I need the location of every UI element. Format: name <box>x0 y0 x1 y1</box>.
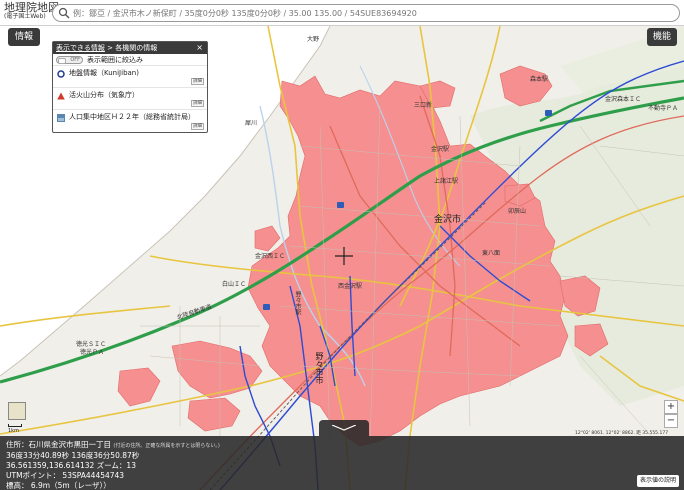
map-label-kanazawa-nishi-ic: 金沢西ＩＣ <box>255 253 286 260</box>
logo-subtitle: (電子国土Web) <box>4 13 46 20</box>
detail-button[interactable]: 詳細 <box>191 78 204 85</box>
map-label-hakusan-ic: 白山ＩＣ <box>222 281 247 288</box>
map-style-switcher[interactable] <box>8 402 26 420</box>
breadcrumb-link[interactable]: 表示できる情報 <box>56 44 105 52</box>
layer-label: 地盤情報（KuniJiban) <box>69 69 139 77</box>
map-label-morimoto-ic: 金沢森本ＩＣ <box>605 96 642 103</box>
address-line: 住所：石川県金沢市黒田一丁目 (付近の住所。正確な所属を示すとは限らない。) <box>6 440 220 449</box>
detail-button[interactable]: 詳細 <box>191 100 204 107</box>
filter-toggle-label: 表示範囲に絞込み <box>87 56 143 64</box>
map-thumbnail-icon <box>57 114 65 122</box>
map-label-fudoji-pa: 不動寺ＰＡ <box>648 105 679 112</box>
filter-toggle-row: OFF 表示範囲に絞込み <box>53 54 207 66</box>
scale-bar: 1km <box>8 424 22 434</box>
info-button[interactable]: 情報 <box>8 28 40 46</box>
close-icon[interactable]: × <box>196 42 203 54</box>
app-logo[interactable]: 地理院地図 (電子国土Web) <box>4 2 59 20</box>
map-label-kanazawa: 金沢市 <box>434 215 462 225</box>
layer-item-dense-area[interactable]: 人口集中地区Ｈ２２年（総務省統計局） 詳細 <box>53 110 207 132</box>
legend-button[interactable]: 表示値の説明 <box>637 475 679 487</box>
search-input[interactable] <box>73 6 673 20</box>
map-label-kanazawa-station: 金沢駅 <box>431 146 450 153</box>
breadcrumb-current: 各機関の情報 <box>115 44 158 52</box>
map-label-uwadana: 卯辰山 <box>508 208 527 215</box>
map-label-river-sai: 犀川 <box>245 120 258 127</box>
zoom-in-button[interactable]: + <box>664 400 678 414</box>
circle-icon <box>57 70 65 78</box>
map-label-mikawa: 三口新 <box>414 102 433 109</box>
layer-item-volcano[interactable]: 活火山分布（気象庁） 詳細 <box>53 88 207 110</box>
expand-tab[interactable] <box>319 420 369 436</box>
map-label-nonoichi-station: 野々市駅 <box>294 291 301 315</box>
layer-label: 人口集中地区Ｈ２２年（総務省統計局） <box>69 113 195 121</box>
address-value: 石川県金沢市黒田一丁目 <box>28 440 112 449</box>
map-label-oumi: 大野 <box>307 36 320 43</box>
logo-title: 地理院地図 <box>4 1 59 14</box>
info-panel: 表示できる情報 > 各機関の情報 × OFF 表示範囲に絞込み 地盤情報（Kun… <box>52 41 208 133</box>
breadcrumb-separator: > <box>104 44 116 52</box>
address-note: (付近の住所。正確な所属を示すとは限らない。) <box>113 443 220 449</box>
map-label-nonoichi: 野々市市 <box>315 352 324 384</box>
functions-button[interactable]: 機能 <box>647 28 677 46</box>
map-label-kamimoroe: 上諸江駅 <box>434 178 459 185</box>
search-box <box>52 4 680 22</box>
location-info-panel: 住所：石川県金沢市黒田一丁目 (付近の住所。正確な所属を示すとは限らない。) 3… <box>0 436 684 490</box>
map-label-higashikanazawa: 東八面 <box>482 250 501 257</box>
chevron-down-icon <box>332 425 356 431</box>
search-icon[interactable] <box>58 7 70 19</box>
layer-label: 活火山分布（気象庁） <box>69 91 139 99</box>
triangle-icon <box>57 92 65 100</box>
top-bar: 地理院地図 (電子国土Web) <box>0 0 684 26</box>
layer-item-kunijiban[interactable]: 地盤情報（KuniJiban) 詳細 <box>53 66 207 88</box>
map-label-nishikanazawa: 西金沢駅 <box>338 283 363 290</box>
panel-header: 表示できる情報 > 各機関の情報 × <box>53 42 207 54</box>
detail-button[interactable]: 詳細 <box>191 123 204 130</box>
map-label-tokumitsu-pa: 徳光ＰＡ <box>80 349 105 356</box>
map-label-morimoto: 森本駅 <box>530 76 549 83</box>
map-attribution: 12°02' 8061. 12°02' 8862. 距 35.555.177 <box>575 431 669 436</box>
filter-toggle[interactable]: OFF <box>56 56 83 64</box>
zoom-out-button[interactable]: − <box>664 414 678 428</box>
elevation: 標高： 6.9m（5m（レーザ）） <box>6 481 111 490</box>
